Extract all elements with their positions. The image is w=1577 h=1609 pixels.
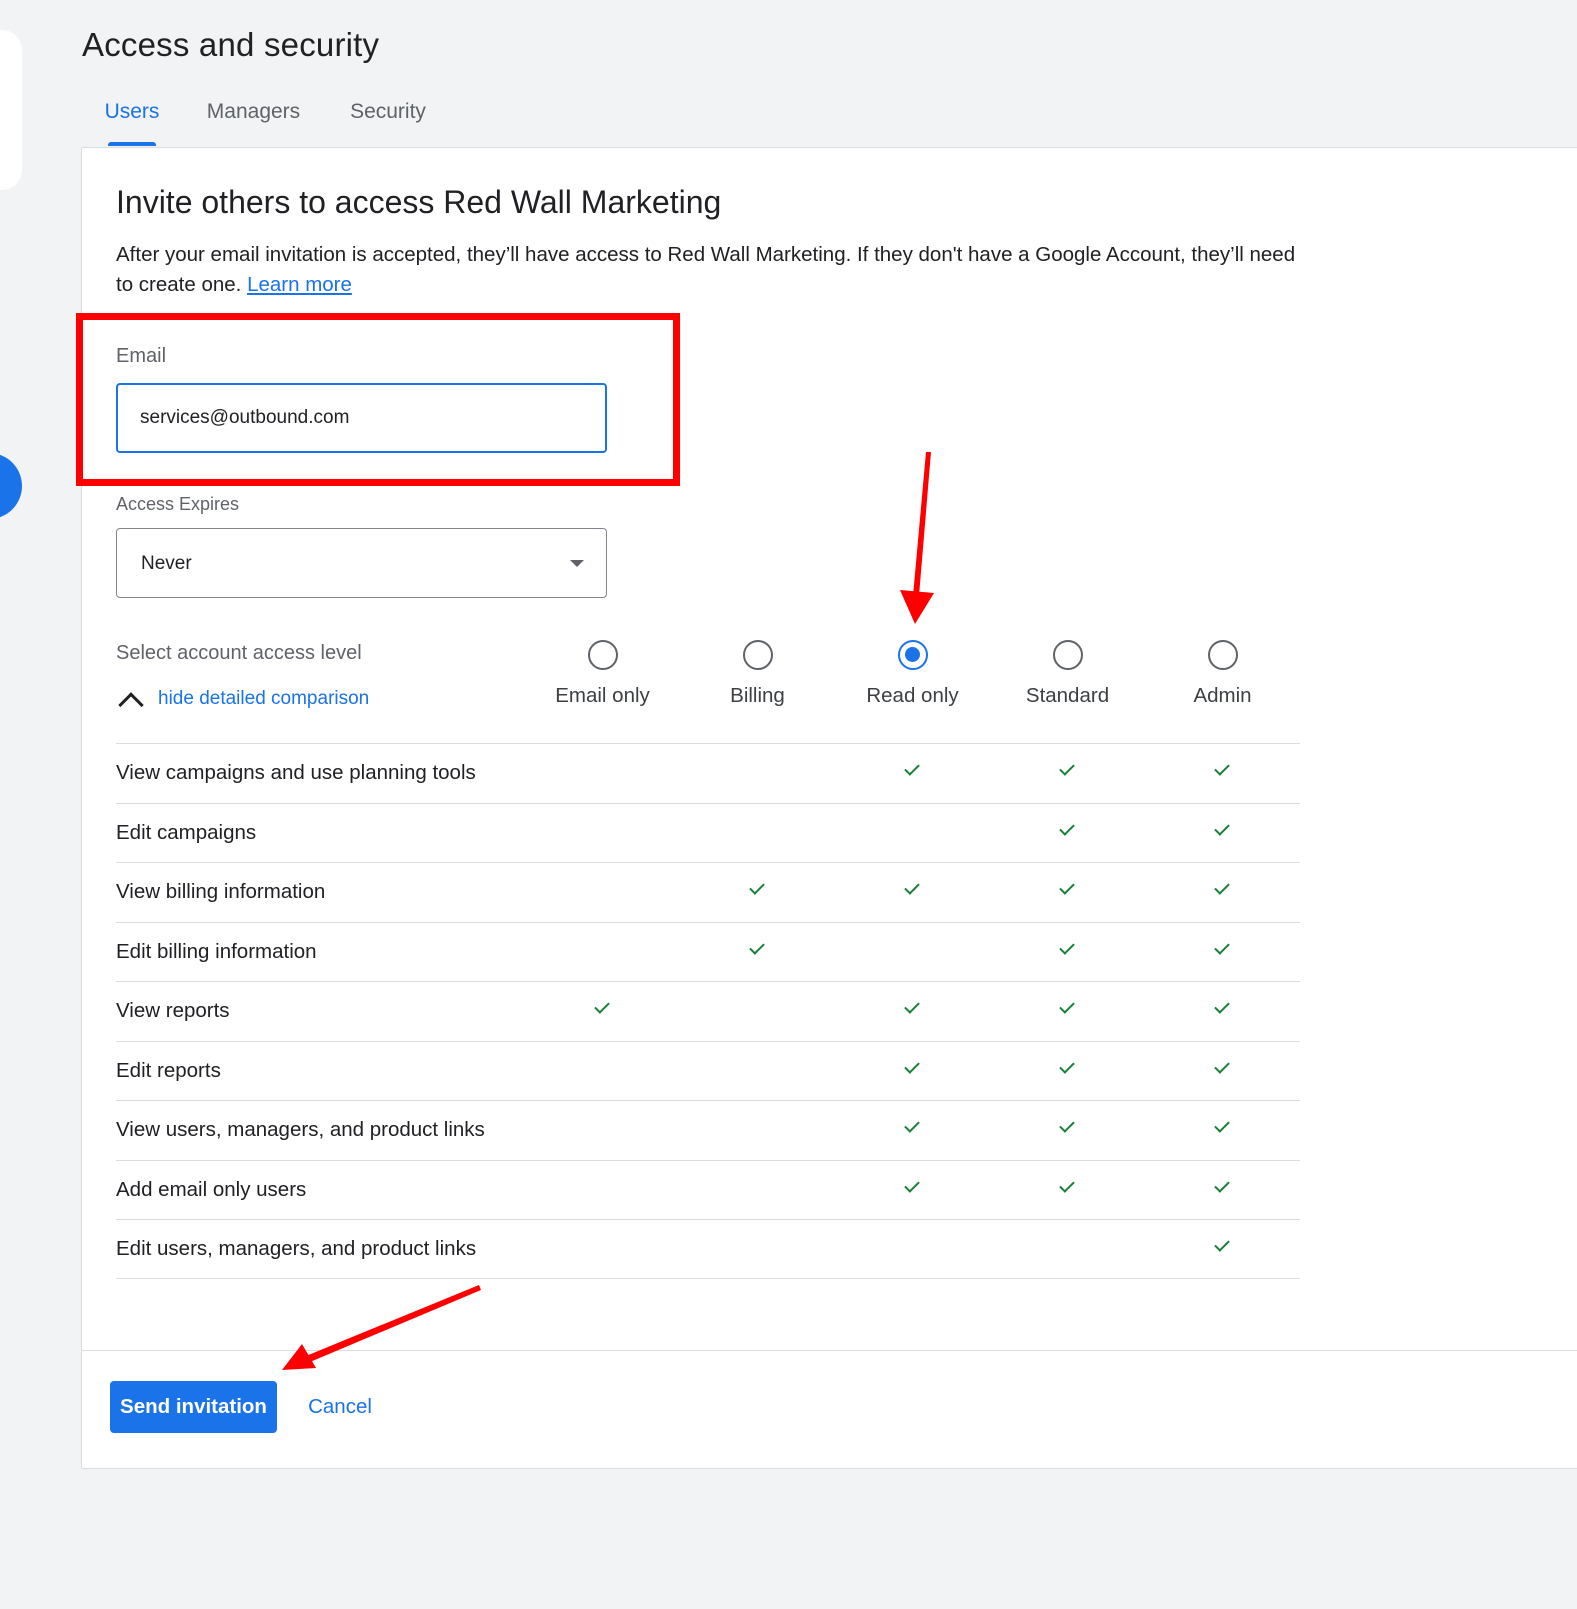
checkmark-icon	[749, 938, 765, 955]
permission-label: Edit campaigns	[116, 820, 257, 844]
checkmark-icon	[1214, 998, 1230, 1014]
checkmark-icon	[1214, 1117, 1230, 1133]
permission-row: View billing information	[116, 862, 1300, 922]
checkmark-icon	[594, 998, 610, 1014]
permission-comparison-table: View campaigns and use planning tools Edi…	[116, 743, 1300, 1279]
checkmark-icon	[904, 1057, 920, 1074]
access-option-read-only[interactable]: Read only	[835, 636, 990, 708]
page-title: Access and security	[82, 26, 380, 63]
invite-description: After your email invitation is accepted,…	[116, 240, 1306, 300]
screen: Access and security Users Managers Secur…	[0, 0, 1577, 1609]
checkmark-icon	[1214, 879, 1230, 895]
permission-row: View campaigns and use planning tools	[116, 743, 1300, 803]
permission-label: Edit users, managers, and product links	[116, 1237, 477, 1260]
email-input[interactable]	[116, 383, 607, 453]
permission-label: Edit reports	[116, 1058, 221, 1082]
checkmark-icon	[1059, 819, 1075, 836]
checkmark-icon	[1059, 998, 1075, 1014]
checkmark-icon	[904, 760, 920, 776]
checkmark-icon	[1059, 1117, 1075, 1133]
permission-row: Edit campaigns	[116, 802, 1300, 863]
permission-label: View campaigns and use planning tools	[116, 761, 476, 784]
permission-row: View users, managers, and product links	[116, 1100, 1300, 1160]
checkmark-icon	[1214, 819, 1230, 836]
email-label: Email	[116, 345, 167, 367]
permission-label: Edit billing information	[116, 939, 317, 963]
checkmark-icon	[1059, 1176, 1075, 1193]
radio-billing[interactable]	[742, 640, 773, 670]
access-option-admin[interactable]: Admin	[1145, 636, 1300, 708]
checkmark-icon	[1214, 1057, 1230, 1074]
checkmark-icon	[904, 1176, 920, 1193]
checkmark-icon	[904, 1117, 920, 1133]
active-tab-indicator	[108, 142, 156, 146]
footer-divider	[81, 1350, 1577, 1351]
tab-managers[interactable]: Managers	[205, 82, 302, 146]
permission-row: Edit users, managers, and product links	[116, 1219, 1300, 1279]
checkmark-icon	[1214, 760, 1230, 776]
hide-comparison-text: hide detailed comparison	[158, 688, 370, 709]
dropdown-arrow-icon	[570, 560, 584, 567]
tab-security[interactable]: Security	[347, 82, 429, 146]
access-option-standard[interactable]: Standard	[990, 636, 1145, 708]
permission-row: View reports	[116, 981, 1300, 1041]
access-option-email-only[interactable]: Email only	[525, 636, 680, 708]
send-invitation-button[interactable]: Send invitation	[110, 1381, 277, 1433]
checkmark-icon	[1059, 879, 1075, 895]
checkmark-icon	[1214, 1236, 1230, 1252]
permission-label: Add email only users	[116, 1177, 307, 1201]
tab-users[interactable]: Users	[104, 82, 160, 146]
permission-row: Edit billing information	[116, 921, 1300, 982]
learn-more-link[interactable]: Learn more	[247, 273, 352, 296]
access-option-label: Admin	[1193, 684, 1252, 707]
radio-email-only[interactable]	[587, 640, 618, 670]
radio-read-only[interactable]	[897, 640, 928, 670]
side-panel-edge	[0, 30, 22, 190]
checkmark-icon	[904, 998, 920, 1014]
permission-label: View reports	[116, 999, 230, 1022]
access-option-billing[interactable]: Billing	[680, 636, 835, 708]
access-option-label: Billing	[730, 684, 785, 707]
cancel-button[interactable]: Cancel	[294, 1381, 386, 1433]
access-expires-label: Access Expires	[116, 494, 240, 514]
checkmark-icon	[1214, 938, 1230, 955]
floating-button-edge[interactable]	[0, 453, 22, 519]
access-expires-select[interactable]: Never	[116, 528, 607, 598]
access-expires-value: Never	[141, 553, 192, 574]
checkmark-icon	[1059, 760, 1075, 776]
permission-row: Add email only users	[116, 1159, 1300, 1220]
checkmark-icon	[1059, 938, 1075, 955]
checkmark-icon	[1214, 1176, 1230, 1193]
access-option-label: Email only	[555, 684, 650, 707]
access-level-label: Select account access level	[116, 642, 362, 664]
checkmark-icon	[749, 879, 765, 895]
checkmark-icon	[1059, 1057, 1075, 1074]
permission-label: View users, managers, and product links	[116, 1118, 485, 1141]
access-option-label: Read only	[866, 684, 959, 707]
radio-admin[interactable]	[1207, 640, 1238, 670]
invite-title: Invite others to access Red Wall Marketi…	[116, 184, 722, 220]
access-option-label: Standard	[1025, 684, 1110, 707]
checkmark-icon	[904, 879, 920, 895]
permission-label: View billing information	[116, 880, 326, 903]
radio-standard[interactable]	[1052, 640, 1083, 670]
permission-row: Edit reports	[116, 1040, 1300, 1101]
